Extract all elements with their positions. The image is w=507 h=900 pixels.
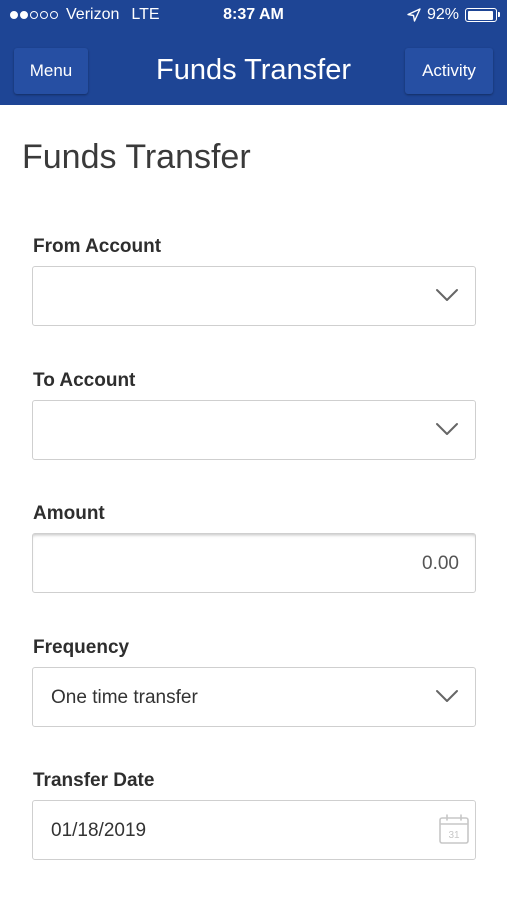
location-arrow-icon <box>407 8 421 22</box>
to-account-label: To Account <box>33 370 136 391</box>
battery-icon <box>465 8 500 22</box>
nav-bar: Menu Funds Transfer Activity <box>0 40 507 100</box>
calendar-day: 31 <box>448 830 460 841</box>
amount-placeholder: 0.00 <box>422 553 459 574</box>
status-bar: Verizon LTE 8:37 AM 92% <box>0 0 507 30</box>
chevron-down-icon <box>436 690 458 702</box>
chevron-down-icon <box>436 423 458 435</box>
from-account-select[interactable] <box>32 266 476 326</box>
chevron-down-icon <box>436 289 458 301</box>
from-account-label: From Account <box>33 236 162 257</box>
page-title: Funds Transfer <box>22 138 251 176</box>
battery-nub <box>497 12 500 17</box>
status-right: 92% <box>407 6 500 24</box>
frequency-value: One time transfer <box>51 687 198 708</box>
calendar-icon[interactable]: 31 <box>438 813 470 845</box>
transfer-date-label: Transfer Date <box>33 770 155 791</box>
battery-fill <box>467 10 493 20</box>
frequency-label: Frequency <box>33 637 130 658</box>
to-account-select[interactable] <box>32 400 476 460</box>
app-header: Verizon LTE 8:37 AM 92% Menu Funds Trans… <box>0 0 507 105</box>
transfer-date-value: 01/18/2019 <box>51 820 147 841</box>
transfer-date-input[interactable]: 01/18/2019 31 <box>32 800 476 860</box>
amount-label: Amount <box>33 503 105 524</box>
activity-button[interactable]: Activity <box>405 48 493 94</box>
battery-percent: 92% <box>426 6 459 23</box>
amount-input[interactable]: 0.00 <box>32 533 476 593</box>
frequency-select[interactable]: One time transfer <box>32 667 476 727</box>
